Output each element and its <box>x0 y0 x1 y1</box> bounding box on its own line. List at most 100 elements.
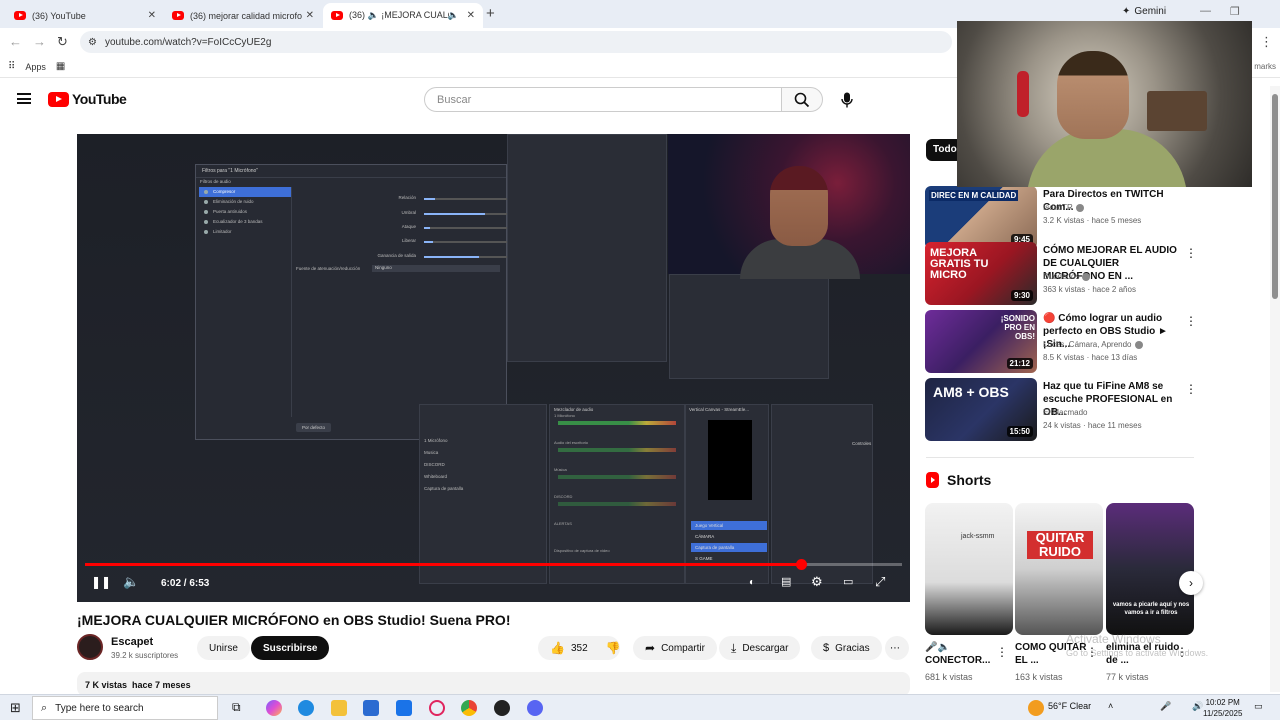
channel-name[interactable]: Escapet <box>111 636 153 648</box>
recommended-channel[interactable]: IsaacTR <box>1043 203 1084 212</box>
obs-preview-panel <box>669 274 829 379</box>
search-input[interactable]: Buscar <box>424 87 782 112</box>
gemini-button[interactable]: ✦ Gemini <box>1122 6 1166 17</box>
filter-chip-all[interactable]: Todos <box>926 139 962 161</box>
video-thumbnail[interactable]: AM8 + OBS 15:50 <box>925 378 1037 441</box>
chevron-up-icon[interactable]: ˄ <box>1108 701 1113 711</box>
close-tab-icon[interactable]: ✕ <box>306 10 314 21</box>
progress-scrubber[interactable] <box>795 559 807 570</box>
video-thumbnail[interactable]: DIREC EN M CALIDAD 9:45 <box>925 186 1037 249</box>
slider-fill <box>424 227 430 229</box>
store-icon[interactable] <box>363 700 379 716</box>
file-explorer-icon[interactable] <box>331 700 347 716</box>
short-thumbnail[interactable]: vamos a picarle aquí y nos vamos a ir a … <box>1106 503 1194 635</box>
restore-window-icon[interactable]: ❐ <box>1230 5 1240 18</box>
miniplayer-icon[interactable]: ▭ <box>843 575 853 588</box>
all-bookmarks-label[interactable]: marks <box>1254 62 1276 71</box>
short-thumbnail[interactable]: QUITAR RUIDO <box>1015 503 1103 635</box>
mail-icon[interactable] <box>396 700 412 716</box>
menu-icon[interactable] <box>17 93 31 104</box>
activate-line2: Go to Settings to activate Windows. <box>1066 648 1209 658</box>
recommended-video[interactable]: ¡SONIDO PRO EN OBS! 21:12 🔴 Cómo lograr … <box>925 310 1197 374</box>
video-thumbnail[interactable]: MEJORA GRATIS TU MICRO 9:30 <box>925 242 1037 305</box>
video-progress-bar[interactable] <box>85 559 902 570</box>
thumbs-down-icon[interactable]: 👎 <box>606 641 621 655</box>
browser-menu-icon[interactable]: ⋮ <box>1260 34 1273 50</box>
obs-icon[interactable] <box>494 700 510 716</box>
bookmark-apps[interactable]: Apps <box>25 62 46 72</box>
join-button[interactable]: Unirse <box>197 636 250 660</box>
chrome-icon[interactable] <box>461 700 477 716</box>
taskbar-clock[interactable]: 10:02 PM 11/25/2025 <box>1203 697 1242 719</box>
back-icon[interactable]: ← <box>9 34 22 49</box>
autoplay-toggle-icon[interactable]: ◐ <box>749 577 755 588</box>
youtube-logo[interactable]: YouTube <box>48 91 127 107</box>
weather-icon[interactable] <box>1028 700 1044 716</box>
taskbar-search-input[interactable]: ⌕ Type here to search <box>32 696 218 720</box>
voice-search-button[interactable] <box>836 87 858 112</box>
apps-grid-icon[interactable]: ⠿ <box>8 61 15 72</box>
thanks-button[interactable]: $ Gracias <box>811 636 882 660</box>
recommended-channel[interactable]: Luces, Cámara, Aprendo <box>1043 340 1143 349</box>
channel-avatar[interactable] <box>77 634 103 660</box>
volume-tray-icon[interactable]: 🔊 <box>1192 701 1203 712</box>
recommended-video[interactable]: MEJORA GRATIS TU MICRO 9:30 CÓMO MEJORAR… <box>925 242 1197 306</box>
notifications-icon[interactable]: ▭ <box>1254 701 1263 712</box>
pause-icon[interactable]: ❚❚ <box>91 575 111 589</box>
thumbnail-text: DIREC EN M CALIDAD <box>929 190 1019 201</box>
shorts-next-button[interactable]: › <box>1179 571 1203 595</box>
new-tab-icon[interactable]: + <box>486 5 495 22</box>
share-button[interactable]: ➦ Compartir <box>633 636 717 660</box>
discord-icon[interactable] <box>527 700 543 716</box>
scrollbar-thumb[interactable] <box>1272 94 1278 299</box>
recommended-channel[interactable]: El Macmado <box>1043 408 1087 417</box>
download-button[interactable]: ⤓ Descargar <box>719 636 801 660</box>
task-view-icon[interactable]: ⧉ <box>232 700 248 716</box>
subscribe-button[interactable]: Suscribirse <box>251 636 330 660</box>
more-vertical-icon[interactable]: ⋮ <box>1185 382 1197 396</box>
settings-gear-icon[interactable]: ⚙ <box>811 574 823 590</box>
windows-start-icon[interactable]: ⊞ <box>10 700 21 716</box>
audio-meter <box>558 448 676 452</box>
url-field[interactable]: ⚙ youtube.com/watch?v=FoICcCyUE2g <box>80 31 952 53</box>
microphone-tray-icon[interactable]: 🎤 <box>1160 701 1171 712</box>
forward-icon[interactable]: → <box>33 34 46 49</box>
search-button[interactable] <box>781 87 823 112</box>
edge-browser-icon[interactable] <box>298 700 314 716</box>
channel-label: Duodedos <box>1043 272 1080 281</box>
opera-icon[interactable] <box>429 700 445 716</box>
recommended-video[interactable]: AM8 + OBS 15:50 Haz que tu FiFine AM8 se… <box>925 378 1197 442</box>
more-actions-button[interactable]: ⋯ <box>885 636 909 660</box>
copilot-icon[interactable] <box>266 700 282 716</box>
browser-tab-search[interactable]: (36) mejorar calidad microfono ✕ <box>164 3 322 28</box>
recommended-video[interactable]: DIREC EN M CALIDAD 9:45 Para Directos en… <box>925 186 1195 250</box>
progress-played <box>85 563 801 566</box>
browser-tab-youtube[interactable]: (36) YouTube ✕ <box>6 3 164 28</box>
scene-item: Juego Vertical <box>691 521 767 530</box>
description-box[interactable]: 7 K vistas hace 7 meses <box>77 672 910 696</box>
short-thumbnail[interactable]: jack-ssmm <box>925 503 1013 635</box>
like-count[interactable]: 352 <box>571 643 588 654</box>
subtitles-icon[interactable]: ▤ <box>781 575 791 588</box>
close-tab-icon[interactable]: ✕ <box>148 10 156 21</box>
thumbs-up-icon[interactable]: 👍 <box>550 641 565 655</box>
recommended-channel[interactable]: Duodedos <box>1043 272 1091 281</box>
browser-tab-active[interactable]: (36) 🔈 ¡MEJORA CUALQUI 🔈 ✕ <box>323 3 483 28</box>
speaker-icon[interactable]: 🔈 <box>448 10 459 21</box>
volume-icon[interactable]: 🔈 <box>123 574 139 590</box>
short-title[interactable]: 🎤🔈 CONECTOR... <box>925 641 1005 667</box>
fullscreen-icon[interactable]: ⤢ <box>875 574 885 590</box>
more-vertical-icon[interactable]: ⋮ <box>996 645 1008 659</box>
more-vertical-icon[interactable]: ⋮ <box>1185 314 1197 328</box>
more-vertical-icon[interactable]: ⋮ <box>1185 246 1197 260</box>
site-info-icon[interactable]: ⚙ <box>88 37 97 48</box>
reload-icon[interactable]: ↻ <box>57 34 68 50</box>
tab-groups-icon[interactable]: ▦ <box>56 61 65 72</box>
video-thumbnail[interactable]: ¡SONIDO PRO EN OBS! 21:12 <box>925 310 1037 373</box>
page-scrollbar[interactable] <box>1270 86 1280 692</box>
weather-text[interactable]: 56°F Clear <box>1048 701 1091 711</box>
close-tab-icon[interactable]: ✕ <box>467 10 475 21</box>
video-player[interactable]: Filtros para "1 Micrófono" Filtros de au… <box>77 134 910 602</box>
slider-row: Ataque 6 ms <box>346 224 548 234</box>
minimize-window-icon[interactable]: — <box>1200 5 1211 17</box>
